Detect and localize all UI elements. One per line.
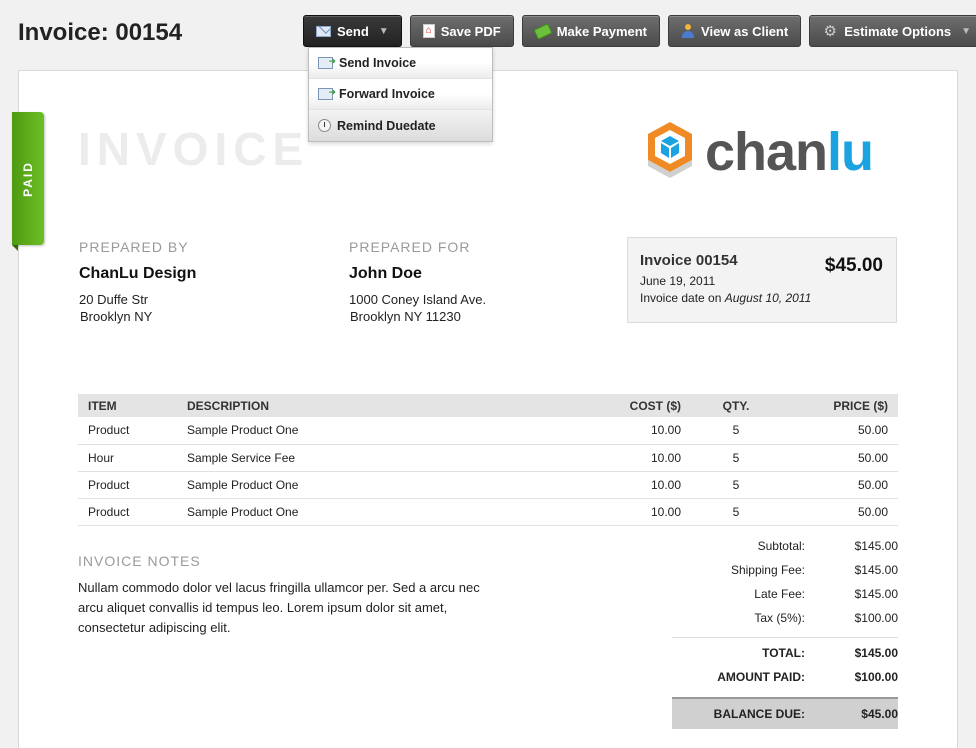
prepared-by-label: PREPARED BY <box>79 239 189 255</box>
prepared-for-address: 1000 Coney Island Ave. Brooklyn NY 11230 <box>349 292 487 324</box>
invoice-notes: INVOICE NOTES Nullam commodo dolor vel l… <box>78 553 498 638</box>
invoice-amount: $45.00 <box>824 255 883 276</box>
tax-row: Tax (5%): $100.00 <box>754 611 898 625</box>
table-row: Product Sample Product One 10.00 5 50.00 <box>78 498 898 526</box>
invoice-notes-text: Nullam commodo dolor vel lacus fringilla… <box>78 580 480 635</box>
logo-wordmark-accent: lu <box>827 122 874 182</box>
totals-block: Subtotal: $145.00 Shipping Fee: $145.00 … <box>672 534 898 729</box>
invoice-notes-label: INVOICE NOTES <box>78 553 201 569</box>
totals-divider <box>672 637 898 638</box>
paid-badge-label: PAID <box>21 160 35 197</box>
clock-icon <box>318 119 331 132</box>
mail-icon <box>316 25 331 37</box>
subtotal-row: Subtotal: $145.00 <box>757 539 898 553</box>
caret-down-icon: ▼ <box>378 25 389 37</box>
make-payment-button[interactable]: Make Payment <box>521 15 661 47</box>
estimate-options-label: Estimate Options <box>844 23 952 39</box>
money-icon <box>533 22 553 40</box>
pdf-icon: ⌂ <box>422 24 435 38</box>
send-mail-icon <box>318 56 336 69</box>
col-item: ITEM <box>78 394 177 417</box>
paid-badge-fold <box>12 245 18 251</box>
prepared-for-label: PREPARED FOR <box>349 239 471 255</box>
prepared-by-block: PREPARED BY ChanLu Design 20 Duffe Str B… <box>79 239 196 325</box>
col-description: DESCRIPTION <box>177 394 557 417</box>
cube-logo-icon <box>648 122 692 178</box>
prepared-for-name: John Doe <box>349 265 422 282</box>
table-row: Product Sample Product One 10.00 5 50.00 <box>78 471 898 499</box>
send-button-label: Send <box>337 23 369 39</box>
send-button[interactable]: Send ▼ <box>303 15 402 47</box>
page-title: Invoice: 00154 <box>18 19 183 46</box>
company-logo: chanlu <box>645 120 874 184</box>
prepared-for-block: PREPARED FOR John Doe 1000 Coney Island … <box>349 239 486 325</box>
col-price: PRICE ($) <box>781 394 898 417</box>
amount-paid-row: AMOUNT PAID: $100.00 <box>717 670 898 684</box>
invoice-date-line: Invoice date on August 10, 2011 <box>640 291 812 305</box>
menu-item-remind-duedate[interactable]: Remind Duedate <box>309 110 492 141</box>
toolbar: Send ▼ ⌂ Save PDF Make Payment View as C… <box>303 15 976 47</box>
save-pdf-button[interactable]: ⌂ Save PDF <box>409 15 514 47</box>
forward-mail-icon <box>318 87 336 100</box>
table-row: Product Sample Product One 10.00 5 50.00 <box>78 417 898 445</box>
table-header-row: ITEM DESCRIPTION COST ($) QTY. PRICE ($) <box>78 394 898 417</box>
prepared-by-name: ChanLu Design <box>79 265 197 282</box>
make-payment-label: Make Payment <box>556 23 648 39</box>
menu-item-send-invoice[interactable]: Send Invoice <box>309 48 492 79</box>
logo-wordmark: chanlu <box>705 122 874 182</box>
client-icon <box>681 24 695 38</box>
shipping-fee-row: Shipping Fee: $145.00 <box>730 563 898 577</box>
estimate-options-button[interactable]: ⚙ Estimate Options ▼ <box>809 15 976 47</box>
total-row: TOTAL: $145.00 <box>762 646 898 660</box>
table-row: Hour Sample Service Fee 10.00 5 50.00 <box>78 444 898 472</box>
invoice-date: August 10, 2011 <box>724 291 812 305</box>
view-as-client-label: View as Client <box>701 23 789 39</box>
document-heading: INVOICE <box>78 123 310 175</box>
send-dropdown-menu: Send Invoice Forward Invoice Remind Dued… <box>308 47 493 142</box>
paid-badge: PAID <box>12 112 44 245</box>
caret-down-icon: ▼ <box>961 25 972 37</box>
save-pdf-label: Save PDF <box>440 23 501 39</box>
col-cost: COST ($) <box>557 394 691 417</box>
col-qty: QTY. <box>691 394 781 417</box>
gear-icon: ⚙ <box>823 23 837 40</box>
late-fee-row: Late Fee: $145.00 <box>754 587 898 601</box>
menu-item-forward-invoice[interactable]: Forward Invoice <box>309 79 492 110</box>
balance-due-row: BALANCE DUE: $45.00 <box>672 697 898 729</box>
prepared-by-address: 20 Duffe Str Brooklyn NY <box>79 292 153 324</box>
view-as-client-button[interactable]: View as Client <box>668 15 802 47</box>
invoice-summary-box: Invoice 00154 June 19, 2011 Invoice date… <box>627 237 897 323</box>
line-items-table: ITEM DESCRIPTION COST ($) QTY. PRICE ($)… <box>78 394 898 526</box>
